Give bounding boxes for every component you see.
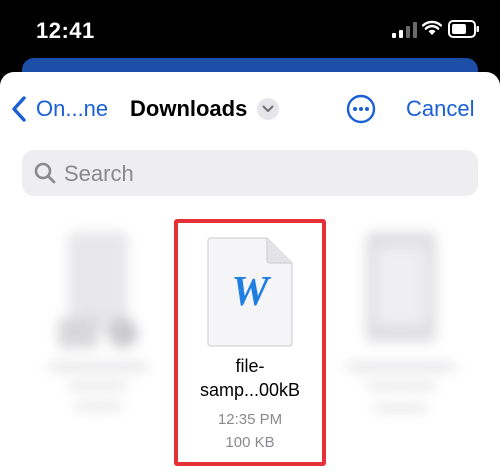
- file-name-line2: samp...00kB: [199, 380, 301, 400]
- blurred-file-item[interactable]: [346, 232, 456, 432]
- status-bar: 12:41: [0, 0, 500, 60]
- location-dropdown[interactable]: [257, 98, 280, 120]
- location-title[interactable]: Downloads: [130, 94, 280, 124]
- search-field[interactable]: Search: [22, 150, 478, 196]
- status-time: 12:41: [36, 18, 95, 43]
- search-placeholder: Search: [64, 161, 134, 186]
- cellular-signal-icon: [392, 22, 417, 38]
- search-icon: [34, 162, 56, 184]
- chevron-down-icon: [262, 105, 274, 112]
- word-document-icon: W: [207, 237, 293, 347]
- blurred-file-item[interactable]: [48, 232, 148, 432]
- back-label: On...ne: [36, 96, 109, 121]
- battery-icon: [448, 20, 479, 38]
- file-size: 100 KB: [225, 434, 275, 451]
- file-name: file- samp...00kB: [178, 354, 322, 402]
- back-button[interactable]: On...ne: [10, 94, 108, 124]
- file-name-line1: file-: [235, 356, 265, 376]
- page-title: Downloads: [130, 96, 248, 121]
- more-options-icon[interactable]: [346, 94, 376, 124]
- word-letter: W: [231, 269, 271, 315]
- navigation-bar: On...ne Downloads Cancel: [0, 72, 500, 144]
- chevron-left-icon: [12, 96, 26, 122]
- cancel-button[interactable]: Cancel: [406, 96, 474, 122]
- file-modified-time: 12:35 PM: [217, 411, 283, 428]
- wifi-icon: [422, 20, 442, 35]
